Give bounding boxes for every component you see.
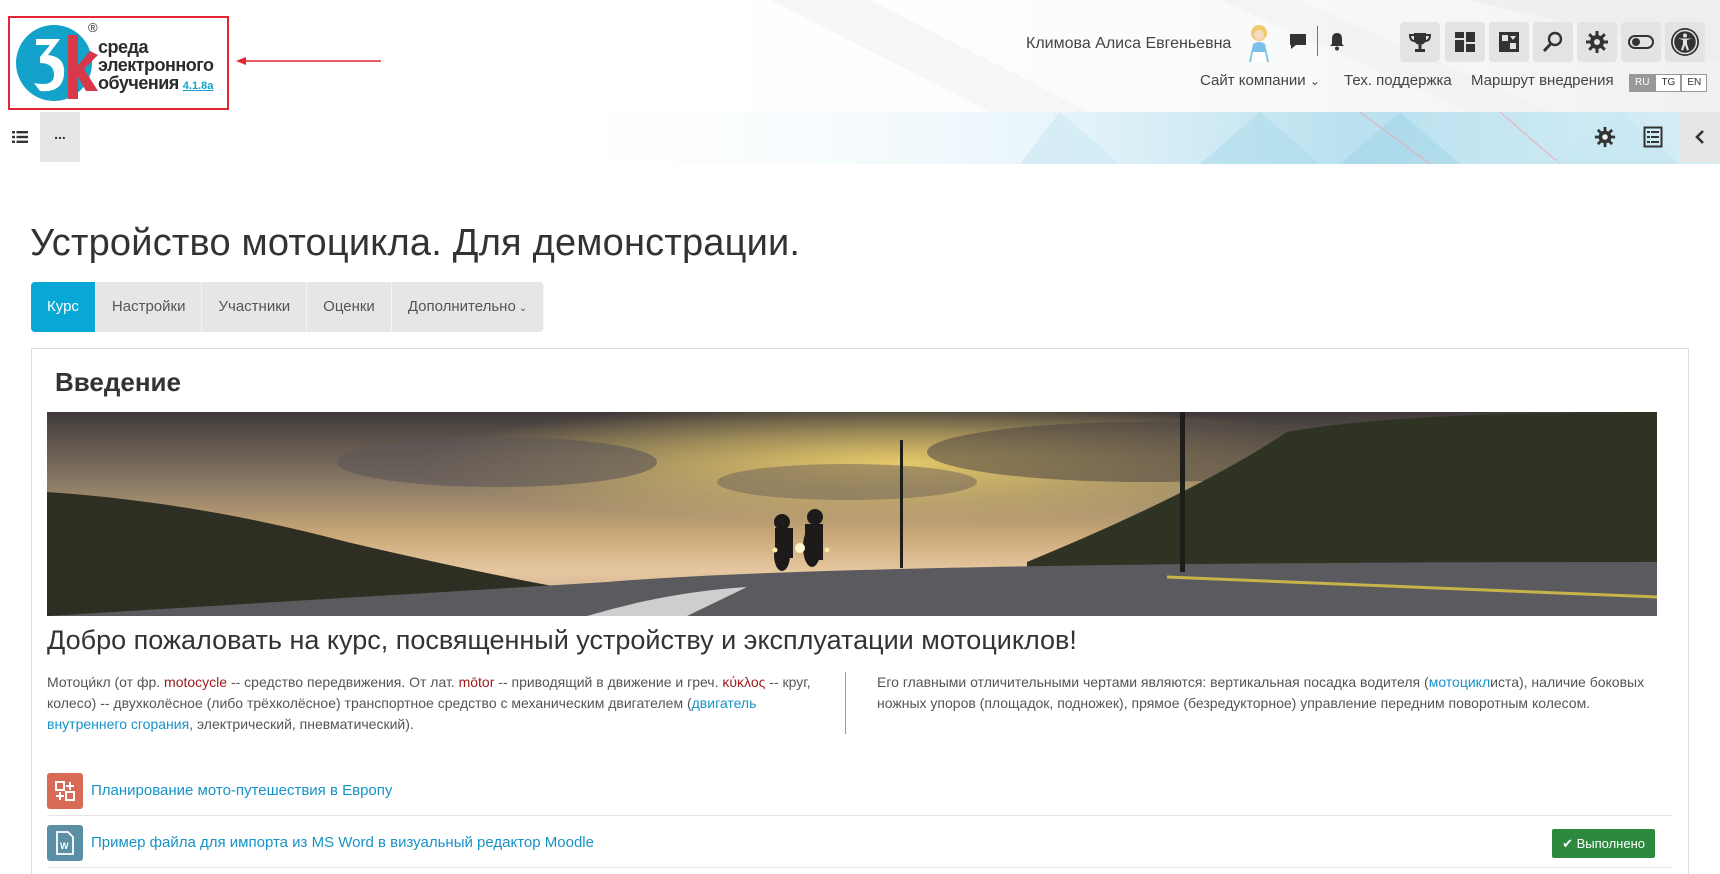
- column-divider: [845, 672, 846, 734]
- latin-term: mōtor: [458, 674, 495, 690]
- puzzle-icon: [1499, 32, 1519, 52]
- activity-link[interactable]: Планирование мото-путешествия в Европу: [91, 782, 392, 799]
- user-name[interactable]: Климова Алиса Евгеньевна: [1026, 35, 1231, 53]
- company-site-menu[interactable]: Сайт компании ⌄: [1200, 72, 1320, 89]
- activity-row: W Пример файла для импорта из MS Word в …: [47, 818, 1672, 868]
- block-settings-button[interactable]: [1585, 112, 1625, 162]
- logo-line-1: среда: [98, 37, 148, 57]
- dashboard-button[interactable]: [1445, 22, 1485, 62]
- puzzle-button[interactable]: [1489, 22, 1529, 62]
- gear-icon: [1586, 31, 1608, 53]
- activity-link[interactable]: Пример файла для импорта из MS Word в ви…: [91, 834, 594, 851]
- logo-line-3: обучения: [98, 73, 179, 93]
- course-tabs: Курс Настройки Участники Оценки Дополнит…: [31, 282, 545, 332]
- logo[interactable]: ® среда электронного обучения 4.1.8a: [8, 16, 229, 110]
- svg-text:W: W: [60, 841, 69, 851]
- toggle-icon: [1628, 35, 1654, 49]
- settings-button[interactable]: [1577, 22, 1617, 62]
- secondary-toolbar: ...: [0, 112, 1720, 164]
- trophy-icon: [1408, 33, 1432, 52]
- greek-term: κύκλος: [722, 674, 766, 690]
- welcome-heading: Добро пожаловать на курс, посвященный ус…: [47, 625, 1077, 655]
- logo-mark-icon: [16, 25, 98, 101]
- section-title: Введение: [55, 367, 181, 397]
- lang-ru[interactable]: RU: [1629, 74, 1656, 92]
- course-banner-image: [47, 412, 1657, 616]
- tab-course[interactable]: Курс: [31, 282, 96, 332]
- report-icon: [1643, 126, 1663, 148]
- toolbar-decoration: [500, 112, 1720, 164]
- trophy-button[interactable]: [1400, 22, 1440, 62]
- course-section-card: Введение Добро пожаловать на курс, посвя…: [31, 348, 1689, 874]
- page-header: ® среда электронного обучения 4.1.8a Клим…: [0, 0, 1720, 112]
- chevron-down-icon: ⌄: [1309, 74, 1320, 88]
- lang-en[interactable]: EN: [1681, 74, 1708, 92]
- more-actions-button[interactable]: ...: [40, 112, 80, 162]
- report-button[interactable]: [1633, 112, 1673, 162]
- bell-icon[interactable]: [1326, 30, 1348, 52]
- gear-icon: [1594, 126, 1616, 148]
- motorcycle-glossary-link[interactable]: мотоцикл: [1429, 674, 1490, 690]
- tab-more-label: Дополнительно: [407, 298, 516, 315]
- workshop-icon: [47, 772, 83, 809]
- user-avatar[interactable]: [1242, 22, 1276, 62]
- completion-badge[interactable]: ✔ Выполнено: [1552, 829, 1655, 858]
- language-switcher: RU TG EN: [1629, 74, 1708, 92]
- check-icon: ✔: [1562, 836, 1573, 851]
- route-link[interactable]: Маршрут внедрения: [1471, 72, 1614, 89]
- chat-icon[interactable]: [1287, 30, 1309, 52]
- annotation-arrow-icon: [236, 57, 381, 65]
- drawer-toggle-button[interactable]: [1680, 112, 1720, 162]
- lang-tg[interactable]: TG: [1655, 74, 1682, 92]
- chevron-left-icon: [1695, 130, 1704, 144]
- page-title: Устройство мотоцикла. Для демонстрации.: [30, 222, 801, 264]
- course-index-button[interactable]: [0, 112, 40, 162]
- tab-more[interactable]: Дополнительно ⌄: [391, 282, 545, 332]
- accessibility-icon: [1671, 28, 1699, 56]
- more-actions-label: ...: [54, 126, 66, 142]
- search-icon: [1542, 31, 1563, 53]
- intro-text-left: Мотоци́кл (от фр. motocycle -- средство …: [47, 674, 811, 732]
- tab-grades[interactable]: Оценки: [307, 282, 392, 332]
- chevron-down-icon: ⌄: [518, 303, 528, 314]
- word-file-icon: W: [47, 824, 83, 861]
- logo-line-2: электронного: [98, 55, 214, 75]
- theme-toggle-button[interactable]: [1621, 22, 1661, 62]
- activity-row: Планирование мото-путешествия в Европу: [47, 766, 1672, 816]
- header-separator: [1317, 26, 1318, 56]
- tab-settings[interactable]: Настройки: [95, 282, 203, 332]
- registered-mark: ®: [88, 20, 98, 35]
- logo-text: среда электронного обучения 4.1.8a: [98, 38, 214, 95]
- dashboard-icon: [1455, 32, 1475, 52]
- list-icon: [12, 131, 28, 143]
- tab-participants[interactable]: Участники: [202, 282, 308, 332]
- french-term: motocycle: [164, 674, 228, 690]
- version-link[interactable]: 4.1.8a: [183, 80, 214, 92]
- intro-text-right: Его главными отличительными чертами явля…: [877, 674, 1645, 711]
- accessibility-button[interactable]: [1665, 22, 1705, 62]
- support-link[interactable]: Тех. поддержка: [1344, 72, 1452, 89]
- search-button[interactable]: [1533, 22, 1573, 62]
